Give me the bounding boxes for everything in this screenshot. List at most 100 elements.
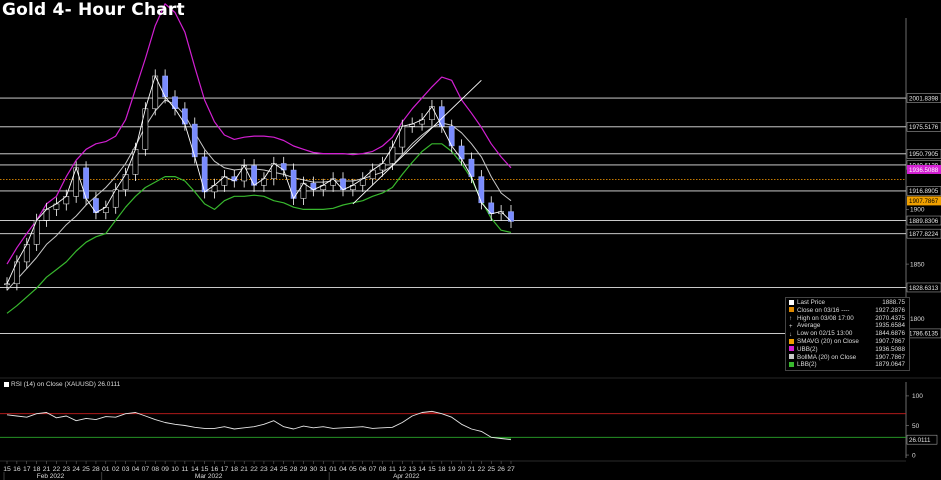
x-tick-label: 01: [329, 466, 337, 473]
legend-swatch: [789, 361, 794, 367]
rsi-legend-value: 26.0111: [97, 381, 121, 388]
x-tick-label: 28: [92, 466, 100, 473]
x-tick-label: 15: [3, 466, 11, 473]
legend-swatch: ↓: [789, 331, 792, 338]
x-tick-label: 23: [63, 466, 71, 473]
x-tick-label: 14: [191, 466, 199, 473]
x-tick-label: 30: [310, 466, 318, 473]
chart-title: Gold 4- Hour Chart: [2, 0, 185, 20]
x-month-label: Mar 2022: [195, 473, 223, 480]
ubb-line: [6, 3, 512, 265]
x-tick-label: 12: [399, 466, 407, 473]
legend-label: Low on 02/15 13:00: [797, 330, 853, 338]
x-tick-label: 25: [280, 466, 288, 473]
legend-value: 2070.4375: [875, 314, 905, 322]
x-tick-label: 18: [33, 466, 41, 473]
legend-row: SMAVG (20) on Close 1907.7867: [789, 338, 907, 346]
legend-row: ↑ High on 03/08 17:00 2070.4375: [789, 315, 907, 323]
x-tick-label: 22: [478, 466, 486, 473]
x-tick-label: 24: [72, 466, 80, 473]
x-tick-label: 19: [448, 466, 456, 473]
gold-chart: 2001.83981975.51761950.79051940.61291916…: [0, 3, 941, 480]
x-tick-label: 26: [497, 466, 505, 473]
x-tick-label: 11: [181, 466, 188, 473]
x-tick-label: 17: [221, 466, 229, 473]
legend-row: Close on 03/16 ---- 1927.2876: [789, 307, 907, 315]
rsi-last-label: 26.0111: [909, 437, 931, 444]
x-tick-label: 16: [211, 466, 219, 473]
level-label: 2001.8398: [909, 95, 939, 102]
x-tick-label: 28: [290, 466, 298, 473]
legend-value: 1927.2876: [875, 306, 905, 314]
y-tick-label: 1850: [910, 261, 925, 268]
legend-label: BollMA (20) on Close: [797, 353, 857, 361]
x-tick-label: 25: [487, 466, 495, 473]
x-tick-label: 15: [201, 466, 209, 473]
x-tick-label: 15: [428, 466, 436, 473]
x-tick-label: 13: [408, 466, 416, 473]
level-label: 1975.5176: [909, 124, 939, 131]
rsi-y-tick-label: 50: [912, 423, 920, 430]
legend-swatch: [789, 307, 794, 313]
x-tick-label: 07: [369, 466, 377, 473]
x-tick-label: 10: [171, 466, 179, 473]
rsi-y-tick-label: 0: [912, 452, 916, 459]
legend-swatch: ↑: [789, 316, 792, 323]
x-tick-label: 01: [102, 466, 110, 473]
x-tick-label: 22: [250, 466, 258, 473]
x-tick-label: 07: [142, 466, 150, 473]
x-tick-label: 29: [300, 466, 308, 473]
level-label: 1889.8306: [909, 218, 939, 225]
legend-row: Last Price 1888.75: [789, 299, 907, 307]
x-month-label: Feb 2022: [37, 473, 65, 480]
x-month-label: Apr 2022: [393, 473, 420, 480]
x-tick-label: 18: [438, 466, 446, 473]
x-tick-label: 09: [161, 466, 169, 473]
x-tick-label: 04: [132, 466, 140, 473]
price-tag-label: 1907.7867: [909, 198, 939, 205]
x-tick-label: 08: [151, 466, 159, 473]
x-tick-label: 31: [319, 466, 327, 473]
legend-label: Last Price: [797, 299, 825, 306]
legend-label: SMAVG (20) on Close: [797, 338, 859, 345]
legend-row: BollMA (20) on Close 1907.7867: [789, 354, 907, 362]
x-tick-label: 21: [468, 466, 476, 473]
x-tick-label: 08: [379, 466, 387, 473]
legend-label: LBB(2): [797, 361, 817, 369]
level-label: 1877.8224: [909, 231, 939, 238]
legend-label: Average: [797, 322, 821, 330]
price-legend: Last Price 1888.75 Close on 03/16 ---- 1927…: [785, 297, 910, 371]
legend-row: UBB(2) 1936.5088: [789, 346, 907, 354]
x-tick-label: 05: [349, 466, 357, 473]
trendline: [352, 80, 482, 205]
x-tick-label: 20: [458, 466, 466, 473]
legend-row: ↓ Low on 02/15 13:00 1844.6876: [789, 330, 907, 338]
legend-value: 1907.7867: [875, 338, 905, 345]
rsi-line: [6, 410, 512, 441]
x-tick-label: 21: [240, 466, 248, 473]
legend-row: LBB(2) 1879.0647: [789, 361, 907, 369]
x-tick-label: 23: [260, 466, 268, 473]
legend-label: Close on 03/16 ----: [797, 306, 850, 314]
x-tick-label: 11: [389, 466, 396, 473]
rsi-legend-swatch: [4, 381, 9, 387]
x-tick-label: 24: [270, 466, 278, 473]
price-candle: [4, 283, 10, 286]
legend-swatch: [789, 346, 794, 352]
x-tick-label: 18: [231, 466, 239, 473]
x-tick-label: 22: [53, 466, 61, 473]
x-tick-label: 14: [418, 466, 426, 473]
rsi-y-tick-label: 100: [912, 393, 923, 400]
legend-swatch: +: [789, 323, 793, 330]
y-tick-label: 1900: [910, 207, 925, 214]
x-tick-label: 27: [507, 466, 515, 473]
rsi-legend-label: RSI (14) on Close (XAUUSD): [11, 381, 96, 388]
legend-label: High on 03/08 17:00: [797, 314, 854, 322]
x-tick-label: 06: [359, 466, 367, 473]
level-label: 1916.8905: [909, 188, 939, 195]
legend-value: 1936.5088: [875, 345, 905, 353]
x-tick-label: 02: [112, 466, 120, 473]
legend-value: 1844.6876: [875, 330, 905, 338]
level-label: 1786.6135: [909, 331, 939, 338]
legend-row: + Average 1935.6584: [789, 322, 907, 330]
